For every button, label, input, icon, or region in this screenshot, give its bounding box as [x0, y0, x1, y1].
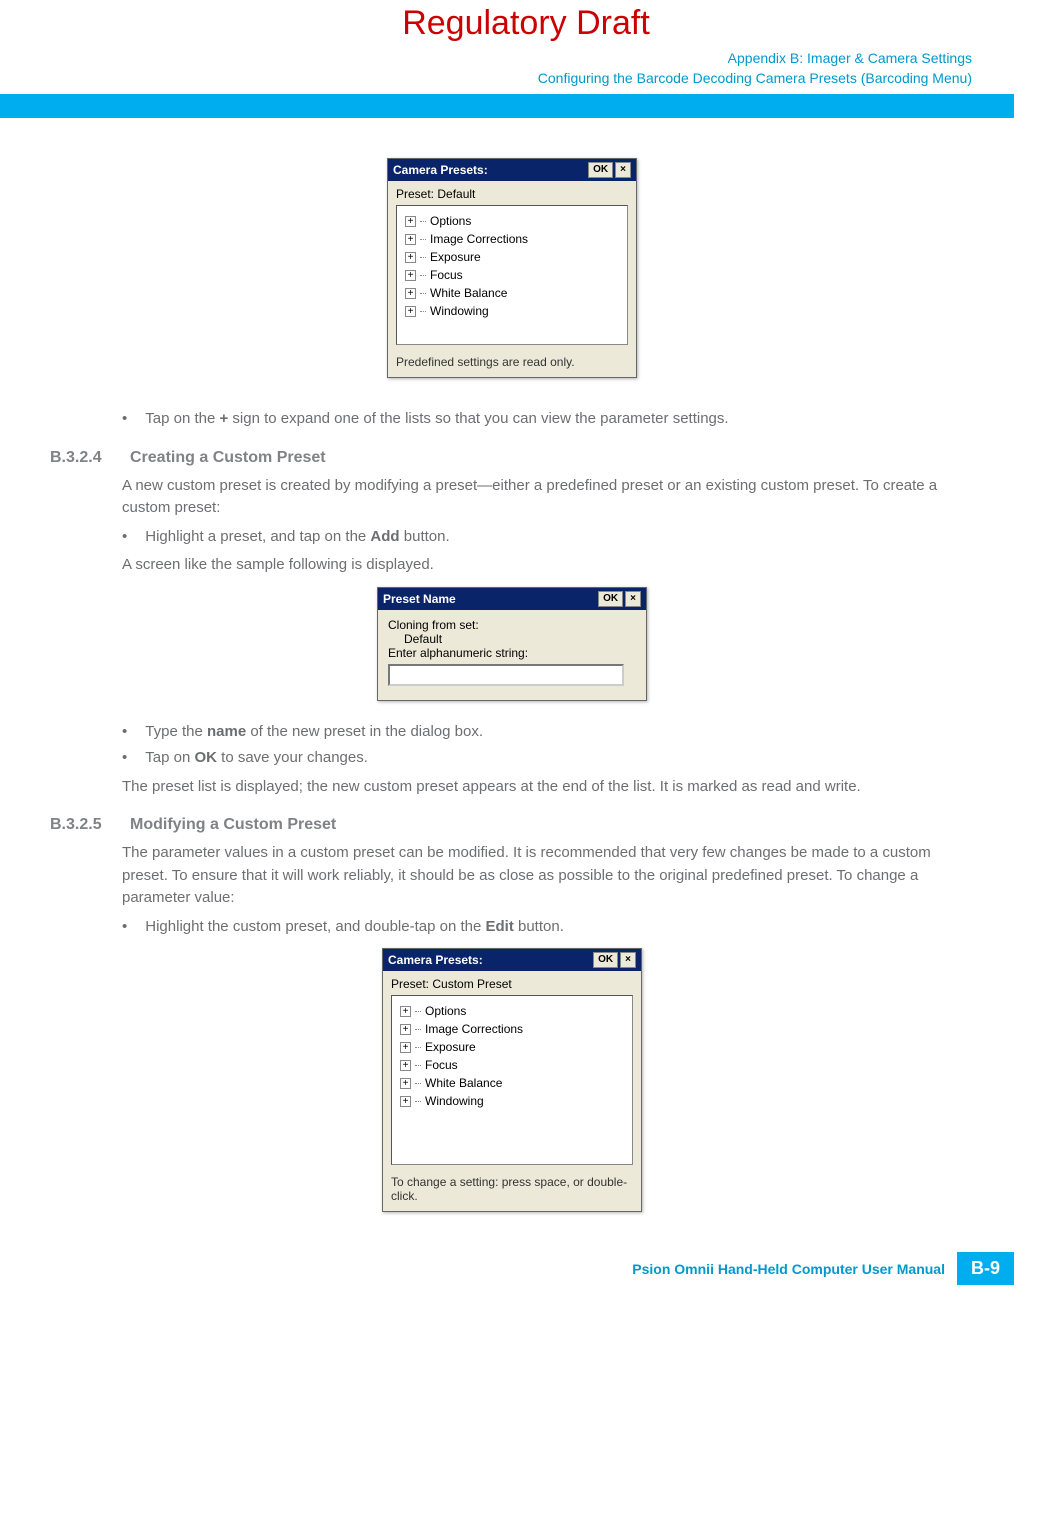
- page-footer: Psion Omnii Hand-Held Computer User Manu…: [0, 1252, 1052, 1285]
- tree-view[interactable]: +Options +Image Corrections +Exposure +F…: [396, 205, 628, 345]
- bullet-item: • Highlight a preset, and tap on the Add…: [122, 526, 974, 549]
- page-number: B-9: [957, 1252, 1014, 1285]
- preset-name-input[interactable]: [388, 664, 624, 686]
- dialog-title: Camera Presets:: [388, 953, 483, 967]
- section-number: B.3.2.5: [50, 816, 110, 834]
- bullet-item: • Highlight the custom preset, and doubl…: [122, 916, 974, 939]
- close-button[interactable]: ×: [625, 591, 641, 607]
- tree-item: +Image Corrections: [405, 230, 619, 248]
- tree-item: +Focus: [400, 1056, 624, 1074]
- bullet-icon: •: [122, 747, 127, 770]
- footer-manual-title: Psion Omnii Hand-Held Computer User Manu…: [632, 1261, 945, 1277]
- camera-presets-dialog: Camera Presets: OK × Preset: Default +Op…: [387, 158, 637, 378]
- expand-icon[interactable]: +: [405, 306, 416, 317]
- dialog-titlebar: Preset Name OK ×: [378, 588, 646, 610]
- expand-icon[interactable]: +: [400, 1060, 411, 1071]
- section-heading: B.3.2.4 Creating a Custom Preset: [50, 449, 974, 467]
- ok-button[interactable]: OK: [588, 162, 613, 178]
- preset-name-dialog: Preset Name OK × Cloning from set: Defau…: [377, 587, 647, 701]
- dialog-titlebar: Camera Presets: OK ×: [388, 159, 636, 181]
- watermark-text: Regulatory Draft: [0, 0, 1052, 43]
- clone-source: Default: [388, 632, 636, 646]
- bullet-item: • Tap on OK to save your changes.: [122, 747, 974, 770]
- bullet-item: • Type the name of the new preset in the…: [122, 721, 974, 744]
- ok-button[interactable]: OK: [593, 952, 618, 968]
- camera-presets-custom-dialog: Camera Presets: OK × Preset: Custom Pres…: [382, 948, 642, 1212]
- status-text: Predefined settings are read only.: [396, 355, 628, 369]
- bullet-icon: •: [122, 721, 127, 744]
- ok-button[interactable]: OK: [598, 591, 623, 607]
- dialog-title: Camera Presets:: [393, 163, 488, 177]
- expand-icon[interactable]: +: [400, 1024, 411, 1035]
- tree-view[interactable]: +Options +Image Corrections +Exposure +F…: [391, 995, 633, 1165]
- clone-label: Cloning from set:: [388, 618, 636, 632]
- tree-item: +White Balance: [400, 1074, 624, 1092]
- header-line1: Appendix B: Imager & Camera Settings: [0, 49, 1052, 69]
- bullet-icon: •: [122, 916, 127, 939]
- section-number: B.3.2.4: [50, 449, 110, 467]
- expand-icon[interactable]: +: [400, 1042, 411, 1053]
- tree-item: +Options: [400, 1002, 624, 1020]
- close-button[interactable]: ×: [620, 952, 636, 968]
- section-heading: B.3.2.5 Modifying a Custom Preset: [50, 816, 974, 834]
- header-bar: [0, 94, 1014, 118]
- dialog-title: Preset Name: [383, 592, 456, 606]
- section-title: Modifying a Custom Preset: [130, 816, 336, 834]
- bullet-item: • Tap on the + sign to expand one of the…: [122, 408, 974, 431]
- body-paragraph: The preset list is displayed; the new cu…: [122, 776, 974, 799]
- expand-icon[interactable]: +: [405, 252, 416, 263]
- input-label: Enter alphanumeric string:: [388, 646, 636, 660]
- section-title: Creating a Custom Preset: [130, 449, 326, 467]
- bullet-icon: •: [122, 408, 127, 431]
- tree-item: +Exposure: [400, 1038, 624, 1056]
- status-text: To change a setting: press space, or dou…: [391, 1175, 633, 1203]
- expand-icon[interactable]: +: [405, 234, 416, 245]
- header-line2: Configuring the Barcode Decoding Camera …: [0, 69, 1052, 89]
- expand-icon[interactable]: +: [400, 1006, 411, 1017]
- expand-icon[interactable]: +: [405, 288, 416, 299]
- tree-item: +Image Corrections: [400, 1020, 624, 1038]
- tree-item: +Focus: [405, 266, 619, 284]
- expand-icon[interactable]: +: [405, 270, 416, 281]
- dialog-titlebar: Camera Presets: OK ×: [383, 949, 641, 971]
- expand-icon[interactable]: +: [405, 216, 416, 227]
- body-paragraph: A new custom preset is created by modify…: [122, 475, 974, 520]
- body-paragraph: A screen like the sample following is di…: [122, 554, 974, 577]
- expand-icon[interactable]: +: [400, 1078, 411, 1089]
- preset-label: Preset: Custom Preset: [391, 977, 633, 991]
- preset-label: Preset: Default: [396, 187, 628, 201]
- tree-item: +Options: [405, 212, 619, 230]
- page-header: Appendix B: Imager & Camera Settings Con…: [0, 49, 1052, 118]
- expand-icon[interactable]: +: [400, 1096, 411, 1107]
- tree-item: +Windowing: [400, 1092, 624, 1110]
- tree-item: +White Balance: [405, 284, 619, 302]
- tree-item: +Exposure: [405, 248, 619, 266]
- body-paragraph: The parameter values in a custom preset …: [122, 842, 974, 910]
- close-button[interactable]: ×: [615, 162, 631, 178]
- bullet-icon: •: [122, 526, 127, 549]
- tree-item: +Windowing: [405, 302, 619, 320]
